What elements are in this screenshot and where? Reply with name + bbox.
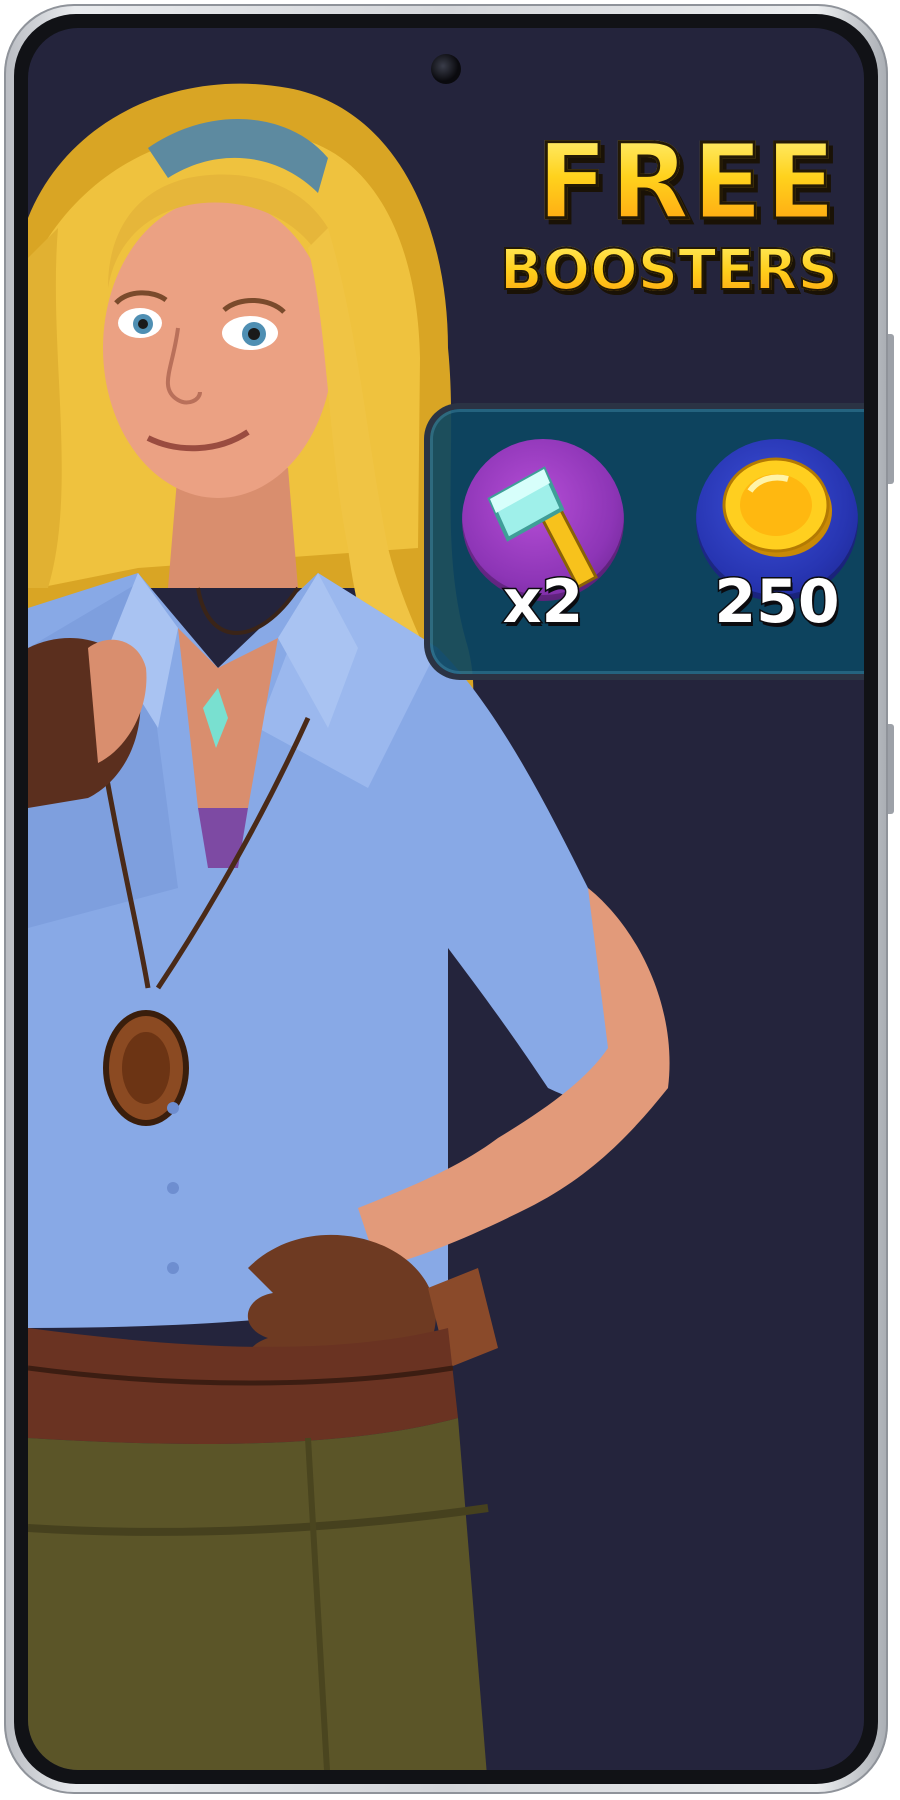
- title-free-text: FREE: [478, 127, 838, 238]
- game-screen: FREE BOOSTERS x2 250: [28, 28, 864, 1770]
- phone-bezel: FREE BOOSTERS x2 250: [14, 14, 878, 1784]
- hammer-reward: x2: [458, 439, 628, 639]
- coin-reward: 250: [692, 439, 862, 639]
- power-button: [888, 724, 894, 814]
- title-boosters-text: BOOSTERS: [478, 236, 839, 306]
- volume-button: [888, 334, 894, 484]
- coin-count: 250: [713, 566, 841, 639]
- promo-title: FREE BOOSTERS: [478, 127, 839, 306]
- rewards-panel: x2 250: [424, 403, 864, 680]
- phone-frame: FREE BOOSTERS x2 250: [4, 4, 894, 1794]
- front-camera: [431, 54, 461, 84]
- hammer-count: x2: [501, 566, 584, 639]
